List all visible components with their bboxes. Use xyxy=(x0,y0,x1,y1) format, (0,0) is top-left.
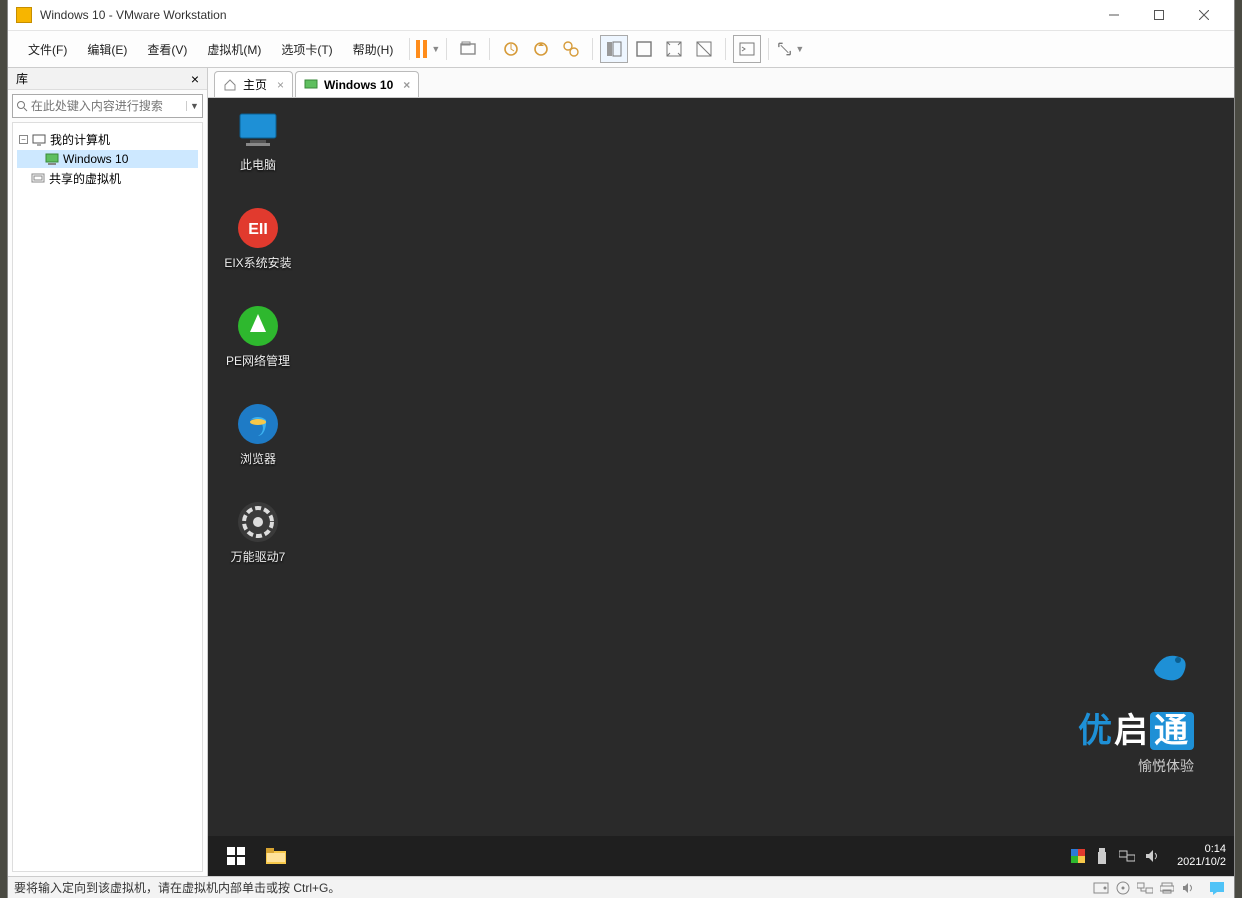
minimize-button[interactable] xyxy=(1091,0,1136,30)
tray-network-icon[interactable] xyxy=(1119,849,1135,863)
tree-vm-windows10[interactable]: Windows 10 xyxy=(17,150,198,168)
library-tree: − 我的计算机 Windows 10 共享的虚拟机 xyxy=(12,122,203,872)
desktop-watermark: 优启通 愉悦体验 xyxy=(1078,640,1194,776)
menu-view[interactable]: 查看(V) xyxy=(137,37,197,62)
search-dropdown-icon[interactable]: ▼ xyxy=(186,101,202,111)
desktop-icon-driver[interactable]: 万能驱动7 xyxy=(220,500,296,565)
guest-taskbar[interactable]: 0:14 2021/10/2 xyxy=(208,836,1234,876)
layout-thumb-icon[interactable] xyxy=(600,35,628,63)
library-search[interactable]: ▼ xyxy=(12,94,203,118)
tree-shared-vms[interactable]: 共享的虚拟机 xyxy=(17,168,198,189)
status-network-icon[interactable] xyxy=(1136,880,1154,896)
status-cd-icon[interactable] xyxy=(1114,880,1132,896)
tree-vm-label: Windows 10 xyxy=(63,152,128,166)
titlebar[interactable]: Windows 10 - VMware Workstation xyxy=(8,0,1234,30)
tray-volume-icon[interactable] xyxy=(1145,849,1161,863)
close-button[interactable] xyxy=(1181,0,1226,30)
desktop-icon-this-pc[interactable]: 此电脑 xyxy=(220,108,296,173)
desktop-icon-label: 浏览器 xyxy=(220,450,296,467)
snapshot-take-icon[interactable] xyxy=(454,35,482,63)
library-sidebar: 库 × ▼ − 我的计算机 Windows 10 xyxy=(8,68,208,876)
status-sound-icon[interactable] xyxy=(1180,880,1198,896)
tab-home[interactable]: 主页 × xyxy=(214,71,293,97)
menu-edit[interactable]: 编辑(E) xyxy=(77,37,137,62)
collapse-icon[interactable]: − xyxy=(19,135,28,144)
revert-icon[interactable] xyxy=(527,35,555,63)
clock-time: 0:14 xyxy=(1177,843,1226,856)
window-title: Windows 10 - VMware Workstation xyxy=(40,8,227,22)
menu-vm[interactable]: 虚拟机(M) xyxy=(197,37,271,62)
watermark-title: 优启通 xyxy=(1078,703,1194,752)
menu-file[interactable]: 文件(F) xyxy=(18,37,77,62)
tab-vm[interactable]: Windows 10 × xyxy=(295,71,419,97)
library-title: 库 xyxy=(16,70,28,87)
desktop-icon-label: 万能驱动7 xyxy=(220,548,296,565)
pause-button[interactable]: ▼ xyxy=(416,40,440,58)
status-printer-icon[interactable] xyxy=(1158,880,1176,896)
search-input[interactable] xyxy=(31,99,186,113)
desktop-icon-label: EIX系统安装 xyxy=(220,254,296,271)
console-icon[interactable] xyxy=(733,35,761,63)
taskbar-clock[interactable]: 0:14 2021/10/2 xyxy=(1177,843,1226,869)
search-icon xyxy=(13,100,31,112)
statusbar: 要将输入定向到该虚拟机，请在虚拟机内部单击或按 Ctrl+G。 xyxy=(8,876,1234,898)
close-sidebar-button[interactable]: × xyxy=(191,71,199,87)
status-message-icon[interactable] xyxy=(1208,880,1226,896)
menubar: 文件(F) 编辑(E) 查看(V) 虚拟机(M) 选项卡(T) 帮助(H) ▼ … xyxy=(8,30,1234,68)
start-button[interactable] xyxy=(216,836,256,876)
tray-usb-icon[interactable] xyxy=(1095,848,1109,864)
svg-text:EII: EII xyxy=(248,221,268,238)
menu-help[interactable]: 帮助(H) xyxy=(343,37,404,62)
tree-root-label: 我的计算机 xyxy=(50,131,110,148)
tab-home-close-icon[interactable]: × xyxy=(277,78,284,92)
menu-tabs[interactable]: 选项卡(T) xyxy=(271,37,342,62)
guest-desktop[interactable]: 此电脑 EII EIX系统安装 PE网络管理 浏览器 xyxy=(208,98,1234,836)
desktop-icon-browser[interactable]: 浏览器 xyxy=(220,402,296,467)
desktop-icon-label: PE网络管理 xyxy=(220,352,296,369)
desktop-icon-eix[interactable]: EII EIX系统安装 xyxy=(220,206,296,271)
manage-snapshots-icon[interactable] xyxy=(557,35,585,63)
clock-date: 2021/10/2 xyxy=(1177,856,1226,869)
system-tray[interactable]: 0:14 2021/10/2 xyxy=(1071,843,1226,869)
snapshot-icon[interactable] xyxy=(497,35,525,63)
taskbar-explorer-icon[interactable] xyxy=(256,836,296,876)
guest-display[interactable]: 此电脑 EII EIX系统安装 PE网络管理 浏览器 xyxy=(208,98,1234,876)
tab-vm-label: Windows 10 xyxy=(324,78,393,92)
layout-single-icon[interactable] xyxy=(630,35,658,63)
unity-icon[interactable] xyxy=(690,35,718,63)
desktop-icon-pe-network[interactable]: PE网络管理 xyxy=(220,304,296,369)
maximize-button[interactable] xyxy=(1136,0,1181,30)
status-hdd-icon[interactable] xyxy=(1092,880,1110,896)
tray-security-icon[interactable] xyxy=(1071,849,1085,863)
desktop-icon-label: 此电脑 xyxy=(220,156,296,173)
tree-shared-label: 共享的虚拟机 xyxy=(49,170,121,187)
stretch-icon[interactable]: ▼ xyxy=(776,35,804,63)
tab-home-label: 主页 xyxy=(243,76,267,93)
library-header: 库 × xyxy=(8,68,207,90)
watermark-subtitle: 愉悦体验 xyxy=(1078,756,1194,776)
fullscreen-icon[interactable] xyxy=(660,35,688,63)
tabbar: 主页 × Windows 10 × xyxy=(208,68,1234,98)
statusbar-text: 要将输入定向到该虚拟机，请在虚拟机内部单击或按 Ctrl+G。 xyxy=(14,879,340,896)
tree-my-computer[interactable]: − 我的计算机 xyxy=(17,129,198,150)
app-icon xyxy=(16,7,32,23)
tab-vm-close-icon[interactable]: × xyxy=(403,78,410,92)
